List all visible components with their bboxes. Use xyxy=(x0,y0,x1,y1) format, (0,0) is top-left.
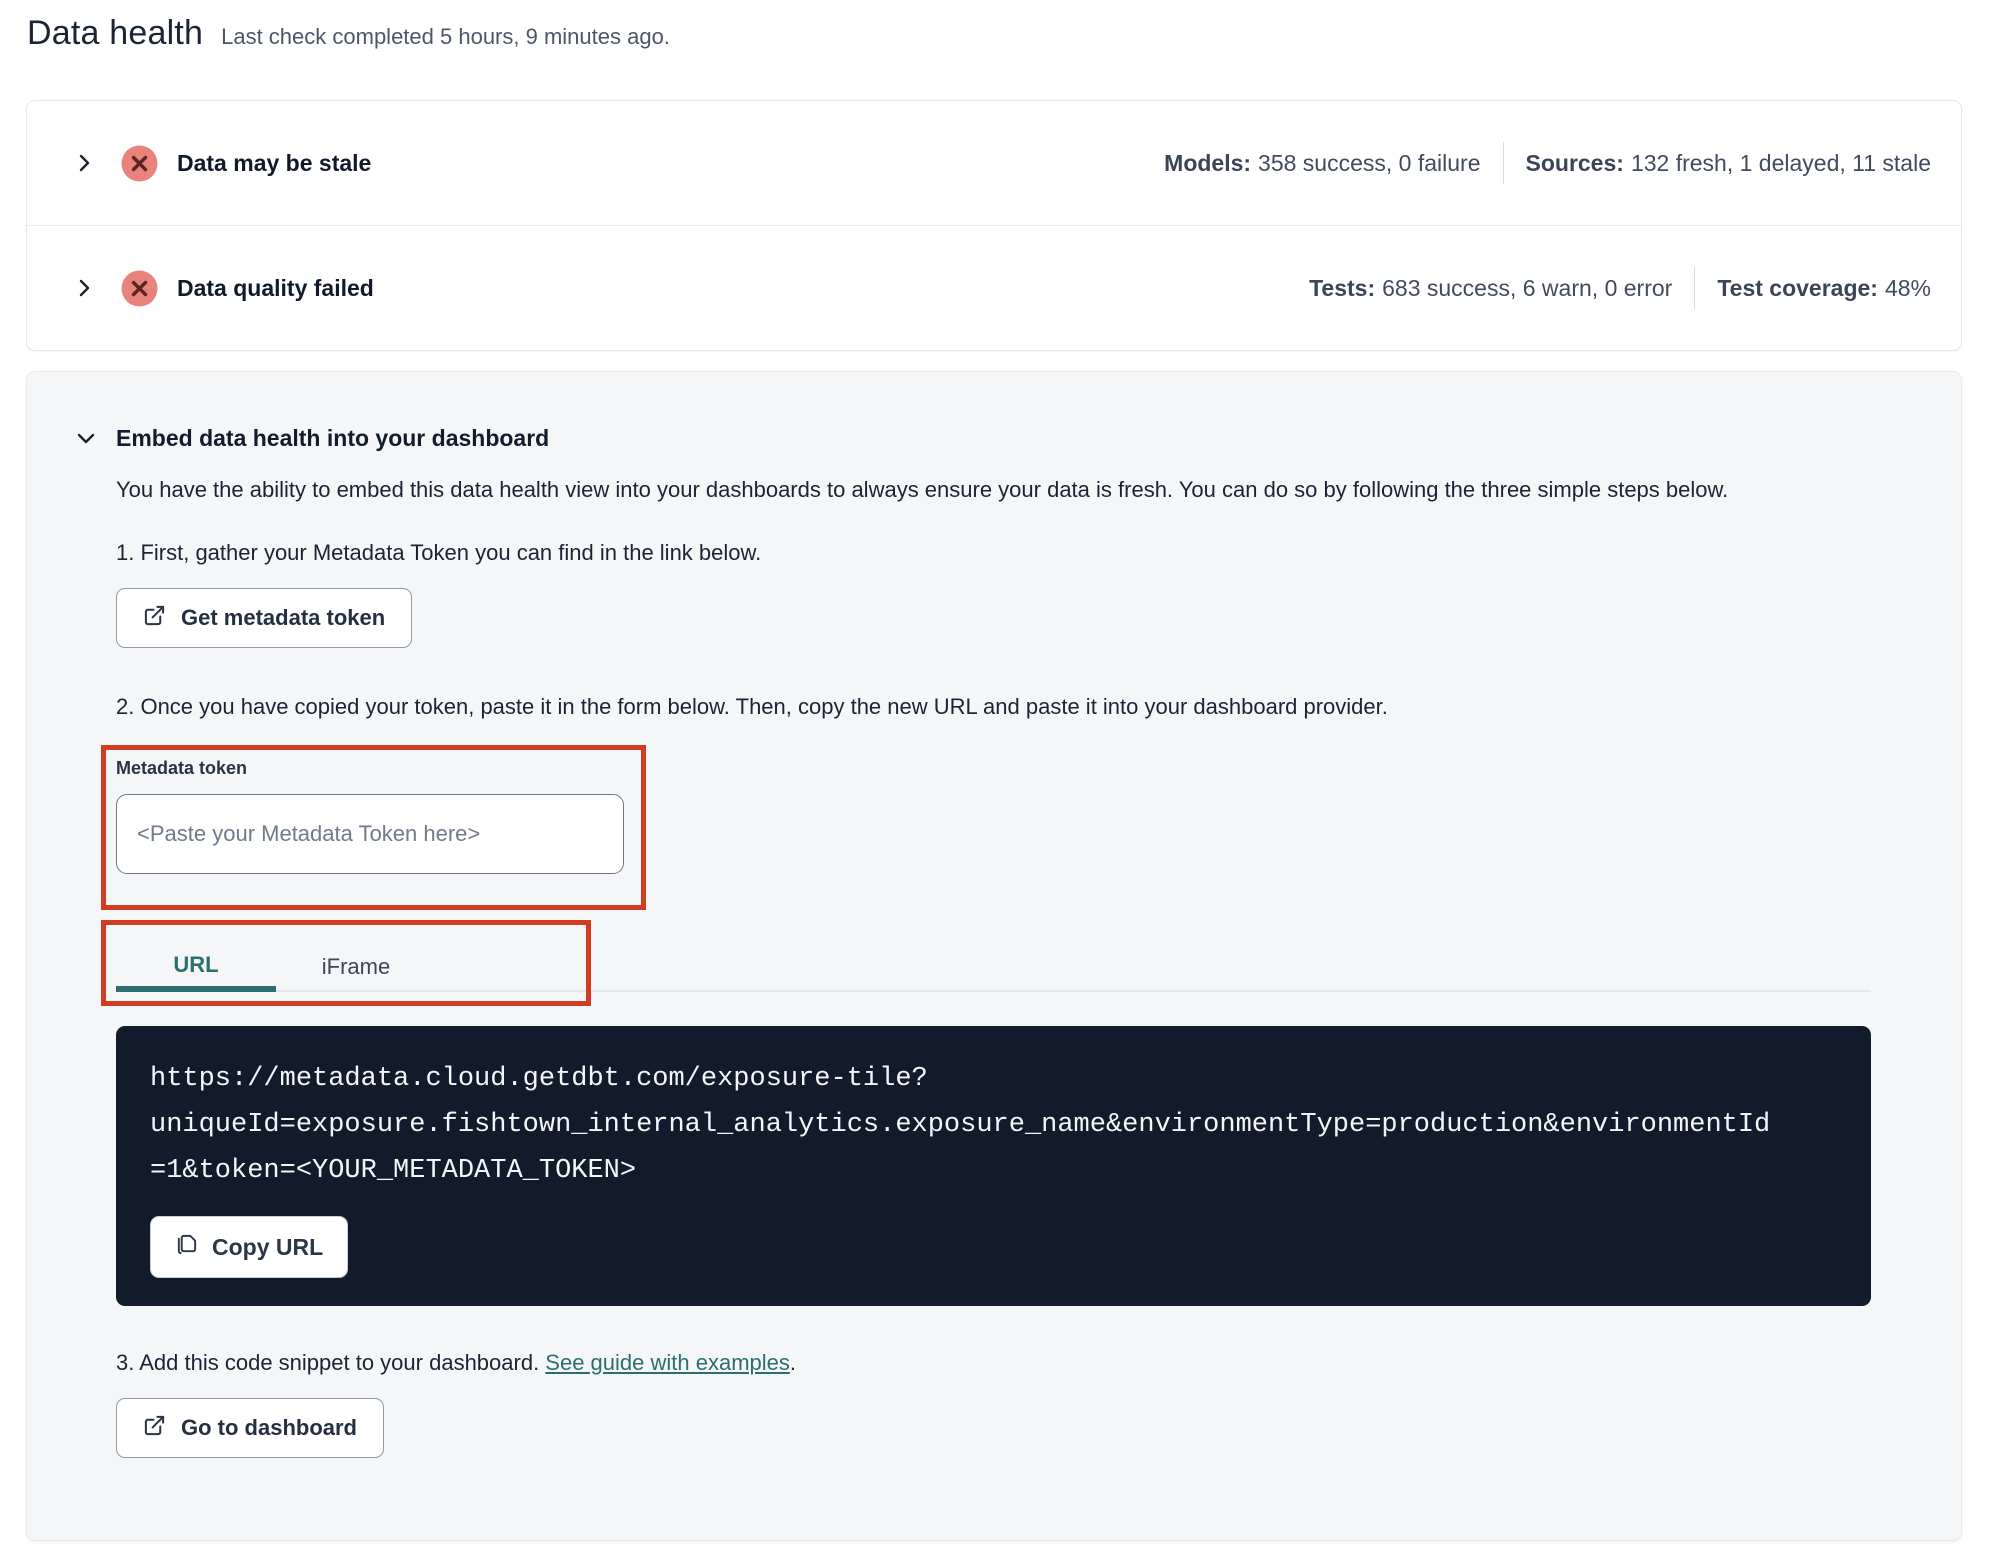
error-x-circle-icon xyxy=(121,270,158,307)
status-row-data-quality[interactable]: Data quality failed Tests: 683 success, 6… xyxy=(27,226,1961,350)
stats-divider xyxy=(1694,267,1696,309)
status-row-title: Data quality failed xyxy=(177,274,374,301)
models-stat-label: Models: xyxy=(1164,149,1252,176)
chevron-right-icon[interactable] xyxy=(71,150,97,176)
status-panel: Data may be stale Models: 358 success, 0 … xyxy=(26,100,1962,351)
copy-icon xyxy=(175,1233,198,1262)
tab-url[interactable]: URL xyxy=(116,932,276,992)
last-check-status: Last check completed 5 hours, 9 minutes … xyxy=(221,24,670,49)
see-guide-link[interactable]: See guide with examples xyxy=(545,1350,790,1375)
sources-stat-value: 132 fresh, 1 delayed, 11 stale xyxy=(1630,149,1931,176)
step2-text: 2. Once you have copied your token, past… xyxy=(116,694,1388,719)
stats-divider xyxy=(1502,142,1504,184)
page-title: Data health xyxy=(27,14,204,52)
test-coverage-stat: Test coverage: 48% xyxy=(1717,275,1931,302)
tests-stat-label: Tests: xyxy=(1309,274,1376,301)
step3-text-after-link: . xyxy=(789,1350,797,1375)
embed-format-tabs: URL iFrame xyxy=(101,920,1871,1006)
embed-url-text: https://metadata.cloud.getdbt.com/exposu… xyxy=(150,1056,1837,1194)
test-coverage-stat-label: Test coverage: xyxy=(1717,274,1878,301)
tab-iframe[interactable]: iFrame xyxy=(276,932,436,990)
get-metadata-token-button[interactable]: Get metadata token xyxy=(116,588,413,648)
get-metadata-token-label: Get metadata token xyxy=(181,605,386,630)
status-row-data-stale[interactable]: Data may be stale Models: 358 success, 0 … xyxy=(27,101,1961,225)
go-to-dashboard-label: Go to dashboard xyxy=(181,1415,357,1440)
embed-url-line: https://metadata.cloud.getdbt.com/exposu… xyxy=(150,1064,928,1094)
embed-panel: Embed data health into your dashboard Yo… xyxy=(26,371,1962,1541)
embed-url-line: uniqueId=exposure.fishtown_internal_anal… xyxy=(150,1110,1771,1140)
embed-url-code-block: https://metadata.cloud.getdbt.com/exposu… xyxy=(116,1026,1871,1306)
status-row-stats: Models: 358 success, 0 failure Sources: 13… xyxy=(1164,142,1931,184)
metadata-token-label: Metadata token xyxy=(116,758,248,778)
go-to-dashboard-button[interactable]: Go to dashboard xyxy=(116,1398,384,1458)
status-row-title: Data may be stale xyxy=(177,149,372,176)
models-stat-value: 358 success, 0 failure xyxy=(1258,149,1481,176)
status-row-stats: Tests: 683 success, 6 warn, 0 error Test … xyxy=(1309,267,1931,309)
copy-url-button[interactable]: Copy URL xyxy=(150,1216,349,1278)
step3-text: 3. Add this code snippet to your dashboa… xyxy=(116,1348,1871,1378)
embed-section-title: Embed data health into your dashboard xyxy=(116,424,550,451)
metadata-token-field-group: Metadata token xyxy=(101,745,646,910)
error-x-circle-icon xyxy=(121,145,158,182)
models-stat: Models: 358 success, 0 failure xyxy=(1164,150,1480,177)
external-link-icon xyxy=(143,604,166,633)
embed-url-line: =1&token=<YOUR_METADATA_TOKEN> xyxy=(150,1156,637,1186)
sources-stat-label: Sources: xyxy=(1525,149,1624,176)
chevron-right-icon[interactable] xyxy=(71,275,97,301)
metadata-token-input[interactable] xyxy=(116,794,624,874)
step3-text-before-link: 3. Add this code snippet to your dashboa… xyxy=(116,1350,546,1375)
sources-stat: Sources: 132 fresh, 1 delayed, 11 stale xyxy=(1526,150,1932,177)
page-header: Data health Last check completed 5 hours… xyxy=(0,0,1990,62)
tests-stat-value: 683 success, 6 warn, 0 error xyxy=(1382,274,1673,301)
external-link-icon xyxy=(143,1414,166,1443)
tests-stat: Tests: 683 success, 6 warn, 0 error xyxy=(1309,275,1672,302)
step1-text: 1. First, gather your Metadata Token you… xyxy=(116,540,762,565)
embed-section-header[interactable]: Embed data health into your dashboard xyxy=(73,422,1871,454)
copy-url-label: Copy URL xyxy=(212,1233,324,1260)
embed-description: You have the ability to embed this data … xyxy=(116,477,1729,502)
test-coverage-stat-value: 48% xyxy=(1884,274,1931,301)
chevron-down-icon[interactable] xyxy=(73,425,99,451)
